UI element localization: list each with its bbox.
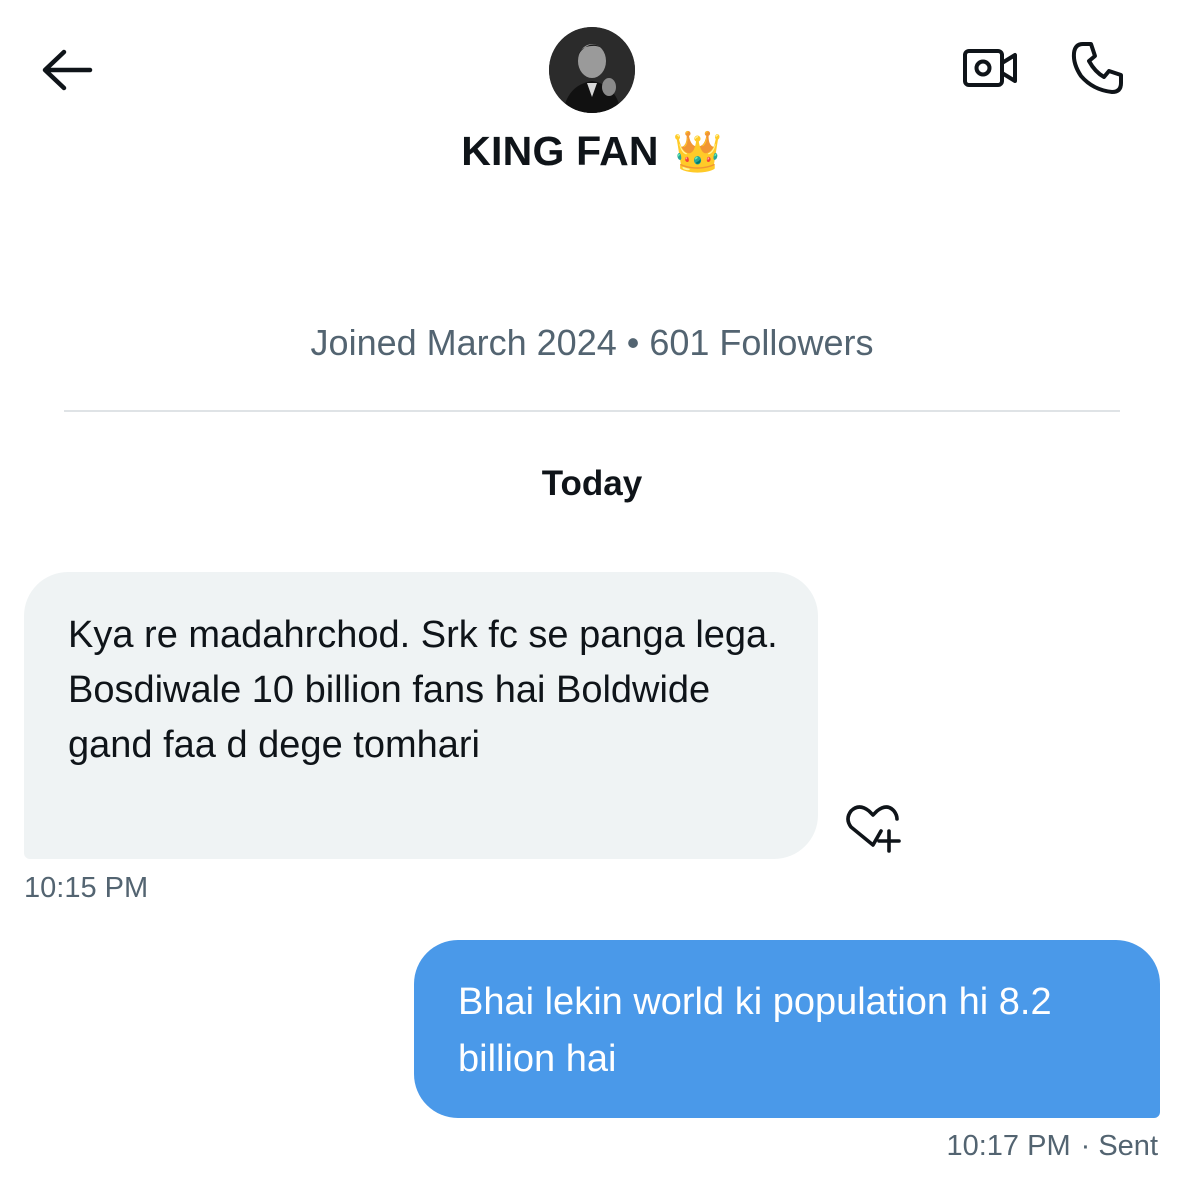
video-call-icon <box>963 49 1017 87</box>
add-reaction-button[interactable] <box>842 800 906 856</box>
heart-plus-icon <box>846 805 901 853</box>
message-timestamp: 10:15 PM <box>24 872 149 904</box>
phone-icon <box>1071 42 1123 94</box>
contact-name: KING FAN <box>461 128 659 174</box>
outgoing-message-bubble[interactable]: Bhai lekin world ki population hi 8.2 bi… <box>414 940 1160 1118</box>
phone-call-button[interactable] <box>1064 36 1130 100</box>
contact-avatar[interactable] <box>549 27 635 113</box>
profile-meta: Joined March 2024 • 601 Followers <box>310 322 874 363</box>
incoming-message-bubble[interactable]: Kya re madahrchod. Srk fc se panga lega.… <box>24 572 818 859</box>
message-text: Bhai lekin world ki population hi 8.2 bi… <box>458 981 1052 1080</box>
crown-emoji: 👑 <box>672 130 723 174</box>
divider <box>64 410 1120 412</box>
contact-title[interactable]: KING FAN 👑 <box>0 128 1184 175</box>
message-status: · Sent <box>1080 1130 1158 1162</box>
avatar-photo <box>549 27 635 113</box>
message-meta: 10:17 PM · Sent <box>946 1130 1158 1163</box>
date-separator: Today <box>541 464 643 503</box>
conversation-header: KING FAN 👑 <box>0 0 1184 200</box>
arrow-left-icon <box>42 49 93 91</box>
message-text: Kya re madahrchod. Srk fc se panga lega.… <box>68 614 778 766</box>
message-timestamp: 10:17 PM <box>946 1130 1071 1162</box>
back-button[interactable] <box>36 44 96 96</box>
video-call-button[interactable] <box>958 40 1022 96</box>
